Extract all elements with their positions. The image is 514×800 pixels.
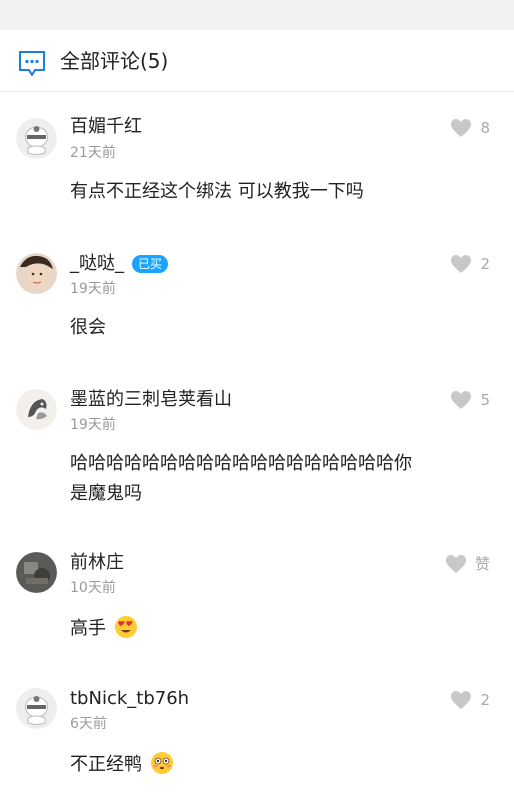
comment-text: 高手 [70, 614, 490, 644]
avatar[interactable] [16, 552, 57, 593]
comments-header: 全部评论(5) [0, 30, 514, 92]
comment-text: 很会 [70, 317, 106, 338]
comment-username[interactable]: 前林庄 [70, 551, 124, 575]
comment-username[interactable]: 百媚千红 [70, 115, 142, 139]
heart-icon [451, 255, 472, 273]
purchased-badge: 已买 [132, 255, 169, 273]
heart-icon [451, 119, 472, 137]
comment-time: 21天前 [70, 145, 116, 161]
comment-time: 10天前 [70, 580, 116, 596]
comment-text-line: 哈哈哈哈哈哈哈哈哈哈哈哈哈哈哈哈哈哈你 [70, 453, 412, 474]
avatar[interactable] [16, 253, 57, 294]
default-cartoon-avatar-icon [16, 118, 57, 159]
comment-text: 有点不正经这个绑法 可以教我一下吗 [70, 181, 364, 202]
avatar[interactable] [16, 688, 57, 729]
like-count: 2 [480, 255, 490, 273]
like-button[interactable]: 2 [450, 689, 490, 711]
heart-eyes-emoji-icon [114, 616, 137, 638]
comment-time: 19天前 [70, 417, 116, 433]
avatar[interactable] [16, 389, 57, 430]
like-button[interactable]: 2 [450, 253, 490, 275]
top-strip [0, 0, 514, 30]
like-button[interactable]: 8 [450, 117, 490, 139]
comment-username[interactable]: 墨蓝的三刺皂荚看山 [70, 388, 232, 412]
flushed-face-emoji-icon [150, 752, 173, 774]
heart-icon [451, 691, 472, 709]
like-count: 8 [480, 119, 490, 137]
like-button[interactable]: 5 [450, 389, 490, 411]
avatar[interactable] [16, 118, 57, 159]
comment-text-body: 不正经鸭 [70, 754, 142, 775]
comment-time: 6天前 [70, 716, 107, 732]
comment-time: 19天前 [70, 281, 116, 297]
ink-painting-avatar-icon [16, 389, 57, 430]
like-count: 2 [480, 691, 490, 709]
default-cartoon-avatar-icon [16, 688, 57, 729]
comment-text: 不正经鸭 [70, 750, 490, 780]
heart-icon [445, 555, 466, 573]
user-photo-avatar-icon [16, 253, 57, 294]
comment-username[interactable]: _哒哒_ [70, 252, 124, 276]
comment-bubble-icon [19, 51, 45, 76]
comment-text-body: 高手 [70, 618, 106, 639]
heart-icon [451, 391, 472, 409]
comment-text-line: 是魔鬼吗 [70, 483, 142, 504]
like-count: 赞 [474, 555, 490, 573]
comment-text: 哈哈哈哈哈哈哈哈哈哈哈哈哈哈哈哈哈哈你 是魔鬼吗 [70, 449, 490, 509]
like-button[interactable]: 赞 [445, 553, 490, 575]
comments-title: 全部评论(5) [60, 49, 169, 73]
dark-photo-avatar-icon [16, 552, 57, 593]
like-count: 5 [480, 391, 490, 409]
comment-username[interactable]: tbNick_tb76h [70, 687, 189, 711]
